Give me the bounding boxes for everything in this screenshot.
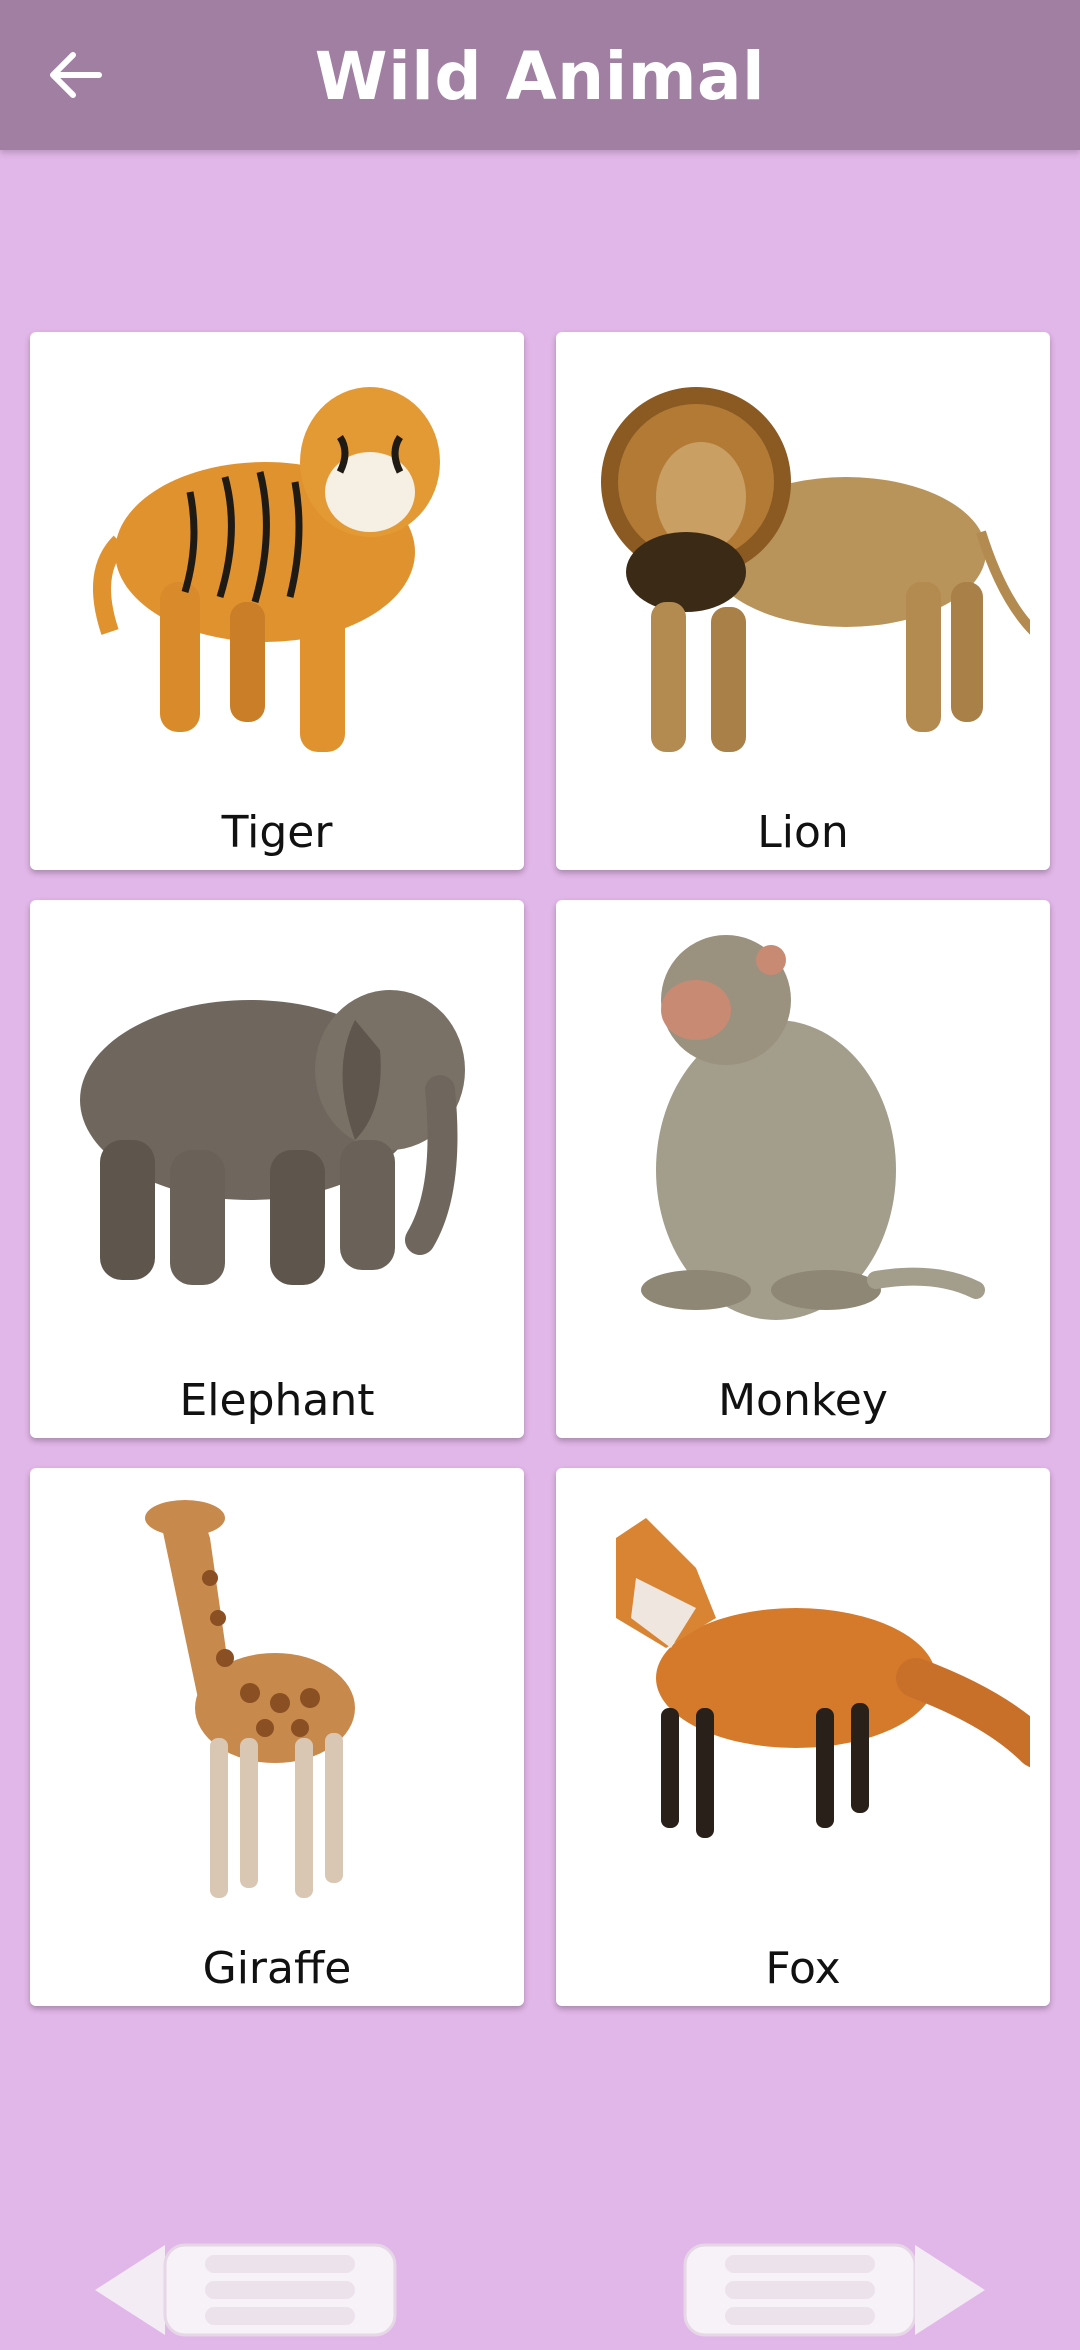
animal-label: Tiger (221, 807, 333, 858)
animal-card-tiger[interactable]: Tiger (30, 332, 524, 870)
animal-label: Giraffe (202, 1943, 352, 1994)
animal-card-lion[interactable]: Lion (556, 332, 1050, 870)
animal-card-fox[interactable]: Fox (556, 1468, 1050, 2006)
giraffe-image (50, 1478, 504, 1918)
pencil-arrow-right-icon (683, 2243, 985, 2337)
lion-image (576, 342, 1030, 782)
elephant-image (50, 910, 504, 1350)
animal-card-monkey[interactable]: Monkey (556, 900, 1050, 1438)
fox-image (576, 1478, 1030, 1918)
animal-label: Elephant (179, 1375, 375, 1426)
pencil-arrow-left-icon (95, 2243, 397, 2337)
tiger-image (50, 342, 504, 782)
monkey-image (576, 910, 1030, 1350)
animal-card-giraffe[interactable]: Giraffe (30, 1468, 524, 2006)
animal-label: Monkey (718, 1375, 888, 1426)
animal-label: Fox (765, 1943, 841, 1994)
next-button[interactable] (665, 2235, 985, 2345)
animal-card-elephant[interactable]: Elephant (30, 900, 524, 1438)
previous-button[interactable] (95, 2235, 415, 2345)
page-title: Wild Animal (314, 38, 766, 115)
animal-label: Lion (757, 807, 849, 858)
app-bar: Wild Animal (0, 0, 1080, 150)
